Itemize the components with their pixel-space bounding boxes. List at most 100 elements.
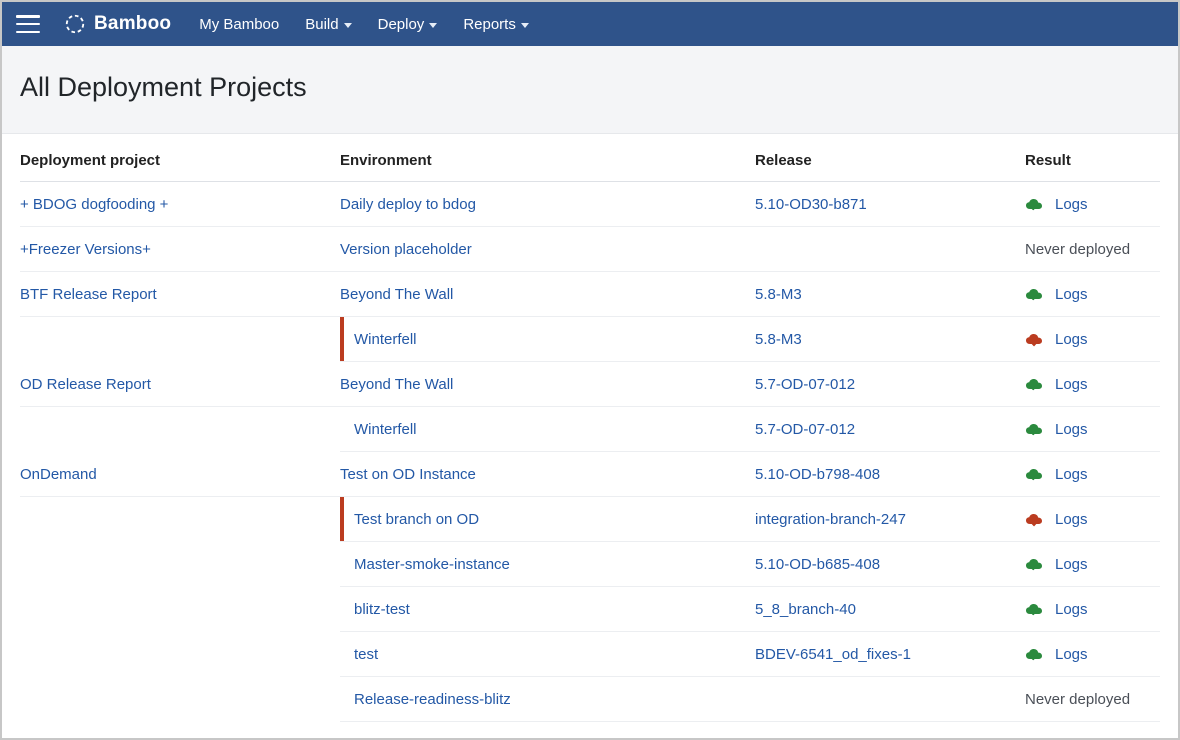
deploy-status-icon xyxy=(1025,198,1043,212)
environment-link[interactable]: Winterfell xyxy=(354,421,417,438)
never-deployed-label: Never deployed xyxy=(1025,241,1130,258)
logs-link[interactable]: Logs xyxy=(1055,601,1088,618)
deploy-status-icon xyxy=(1025,648,1043,662)
deployments-table: Deployment project Environment Release R… xyxy=(20,134,1160,722)
release-cell: 5.10-OD30-b871 xyxy=(755,182,1025,227)
deploy-status-icon xyxy=(1025,423,1043,437)
environment-cell: Winterfell xyxy=(340,407,755,452)
environment-cell: Daily deploy to bdog xyxy=(340,182,755,227)
release-link[interactable]: BDEV-6541_od_fixes-1 xyxy=(755,646,911,663)
project-cell xyxy=(20,497,340,542)
result-cell: Logs xyxy=(1025,272,1160,317)
release-cell: 5.10-OD-b798-408 xyxy=(755,452,1025,497)
nav-build[interactable]: Build xyxy=(305,16,351,33)
project-cell: OnDemand xyxy=(20,452,340,497)
project-cell xyxy=(20,407,340,452)
top-nav: Bamboo My Bamboo Build Deploy Reports xyxy=(2,2,1178,46)
bamboo-logo-icon xyxy=(64,13,86,35)
release-link[interactable]: 5.10-OD-b685-408 xyxy=(755,556,880,573)
release-link[interactable]: 5.7-OD-07-012 xyxy=(755,376,855,393)
release-cell: 5.8-M3 xyxy=(755,317,1025,362)
project-link[interactable]: + BDOG dogfooding + xyxy=(20,196,168,213)
nav-reports[interactable]: Reports xyxy=(463,16,529,33)
deploy-status-icon xyxy=(1025,378,1043,392)
project-row: BTF Release Report Beyond The Wall 5.8-M3 L… xyxy=(20,272,1160,317)
nav-my-bamboo-label: My Bamboo xyxy=(199,16,279,33)
environment-cell: Winterfell xyxy=(340,317,755,362)
logs-link[interactable]: Logs xyxy=(1055,556,1088,573)
result-cell: Never deployed xyxy=(1025,227,1160,272)
release-link[interactable]: 5.7-OD-07-012 xyxy=(755,421,855,438)
project-cell xyxy=(20,677,340,722)
environment-link[interactable]: Daily deploy to bdog xyxy=(340,196,476,213)
logs-link[interactable]: Logs xyxy=(1055,466,1088,483)
logs-link[interactable]: Logs xyxy=(1055,421,1088,438)
menu-icon[interactable] xyxy=(16,15,40,33)
project-cell: +Freezer Versions+ xyxy=(20,227,340,272)
logs-link[interactable]: Logs xyxy=(1055,196,1088,213)
release-cell: 5.7-OD-07-012 xyxy=(755,362,1025,407)
environment-cell: Beyond The Wall xyxy=(340,272,755,317)
environment-link[interactable]: Test branch on OD xyxy=(354,511,479,528)
environment-cell: Release-readiness-blitz xyxy=(340,677,755,722)
environment-row: test BDEV-6541_od_fixes-1 Logs xyxy=(20,632,1160,677)
environment-link[interactable]: Release-readiness-blitz xyxy=(354,691,511,708)
project-link[interactable]: BTF Release Report xyxy=(20,286,157,303)
environment-cell: Test branch on OD xyxy=(340,497,755,542)
release-cell: 5_8_branch-40 xyxy=(755,587,1025,632)
result-cell: Logs xyxy=(1025,542,1160,587)
nav-deploy[interactable]: Deploy xyxy=(378,16,438,33)
environment-link[interactable]: Beyond The Wall xyxy=(340,376,453,393)
project-link[interactable]: +Freezer Versions+ xyxy=(20,241,151,258)
release-cell xyxy=(755,677,1025,722)
environment-link[interactable]: Master-smoke-instance xyxy=(354,556,510,573)
col-release: Release xyxy=(755,134,1025,182)
failure-indicator-bar xyxy=(340,497,344,541)
result-cell: Logs xyxy=(1025,497,1160,542)
result-cell: Logs xyxy=(1025,182,1160,227)
environment-link[interactable]: Version placeholder xyxy=(340,241,472,258)
deploy-status-icon xyxy=(1025,333,1043,347)
deploy-status-icon xyxy=(1025,558,1043,572)
environment-link[interactable]: Test on OD Instance xyxy=(340,466,476,483)
release-link[interactable]: 5.10-OD-b798-408 xyxy=(755,466,880,483)
release-link[interactable]: 5.8-M3 xyxy=(755,331,802,348)
never-deployed-label: Never deployed xyxy=(1025,691,1130,708)
col-project: Deployment project xyxy=(20,134,340,182)
deploy-status-icon xyxy=(1025,468,1043,482)
table-header-row: Deployment project Environment Release R… xyxy=(20,134,1160,182)
deployments-table-wrap: Deployment project Environment Release R… xyxy=(2,134,1178,722)
page-header: All Deployment Projects xyxy=(2,46,1178,134)
logs-link[interactable]: Logs xyxy=(1055,331,1088,348)
nav-deploy-label: Deploy xyxy=(378,16,425,33)
environment-link[interactable]: Winterfell xyxy=(354,331,417,348)
logs-link[interactable]: Logs xyxy=(1055,511,1088,528)
release-link[interactable]: integration-branch-247 xyxy=(755,511,906,528)
release-cell: 5.10-OD-b685-408 xyxy=(755,542,1025,587)
project-cell: + BDOG dogfooding + xyxy=(20,182,340,227)
project-row: OD Release Report Beyond The Wall 5.7-OD-0… xyxy=(20,362,1160,407)
deploy-status-icon xyxy=(1025,288,1043,302)
logs-link[interactable]: Logs xyxy=(1055,646,1088,663)
release-link[interactable]: 5_8_branch-40 xyxy=(755,601,856,618)
failure-indicator-bar xyxy=(340,317,344,361)
project-cell: OD Release Report xyxy=(20,362,340,407)
environment-link[interactable]: blitz-test xyxy=(354,601,410,618)
brand-logo[interactable]: Bamboo xyxy=(64,13,171,35)
result-cell: Logs xyxy=(1025,362,1160,407)
environment-link[interactable]: Beyond The Wall xyxy=(340,286,453,303)
environment-link[interactable]: test xyxy=(354,646,378,663)
project-cell xyxy=(20,587,340,632)
project-cell xyxy=(20,542,340,587)
nav-my-bamboo[interactable]: My Bamboo xyxy=(199,16,279,33)
project-link[interactable]: OD Release Report xyxy=(20,376,151,393)
logs-link[interactable]: Logs xyxy=(1055,286,1088,303)
release-link[interactable]: 5.10-OD30-b871 xyxy=(755,196,867,213)
project-link[interactable]: OnDemand xyxy=(20,466,97,483)
nav-reports-label: Reports xyxy=(463,16,516,33)
release-link[interactable]: 5.8-M3 xyxy=(755,286,802,303)
logs-link[interactable]: Logs xyxy=(1055,376,1088,393)
environment-row: Master-smoke-instance 5.10-OD-b685-408 Log… xyxy=(20,542,1160,587)
environment-cell: Beyond The Wall xyxy=(340,362,755,407)
result-cell: Logs xyxy=(1025,632,1160,677)
